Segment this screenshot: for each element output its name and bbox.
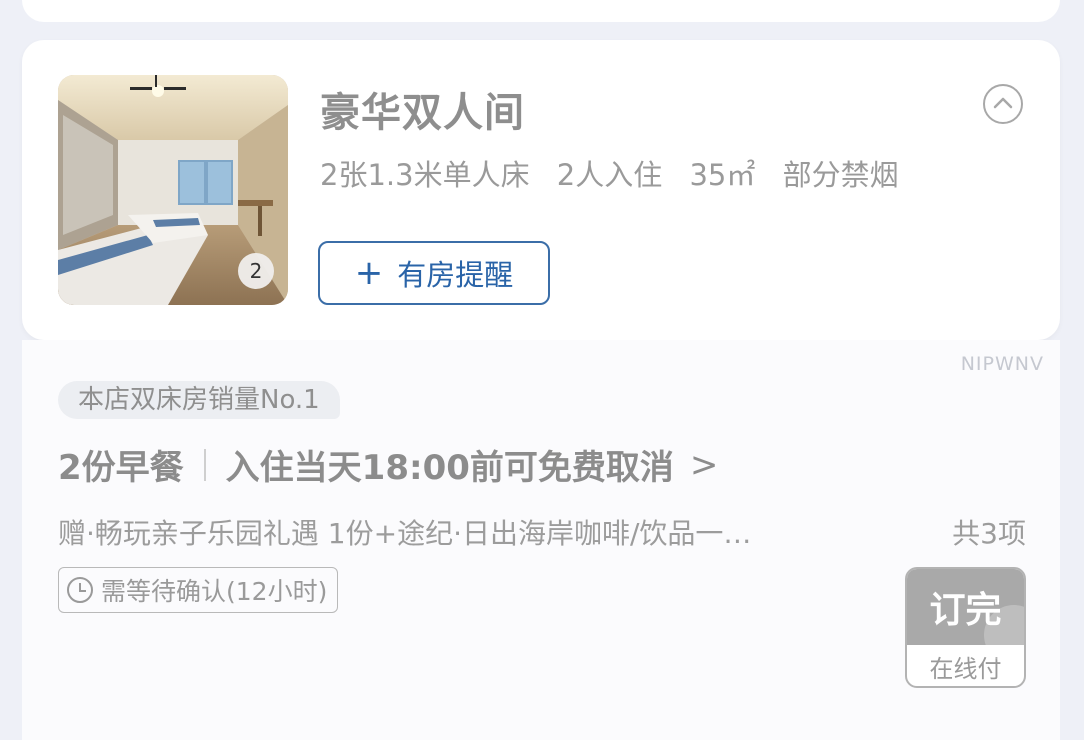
- policy-row[interactable]: 2份早餐 入住当天18:00前可免费取消 >: [58, 440, 718, 489]
- chevron-right-icon: >: [689, 444, 719, 485]
- chevron-up-icon: [993, 97, 1013, 109]
- gift-row[interactable]: 赠·畅玩亲子乐园礼遇 1份+途纪·日出海岸咖啡/饮品一… 共3项: [58, 512, 1026, 552]
- room-alert-button[interactable]: + 有房提醒: [318, 241, 550, 305]
- room-title: 豪华双人间: [320, 90, 525, 136]
- smoking-spec: 部分禁烟: [782, 158, 899, 192]
- photo-count-badge: 2: [238, 253, 274, 289]
- gift-list: 赠·畅玩亲子乐园礼遇 1份+途纪·日出海岸咖啡/饮品一…: [58, 517, 752, 550]
- room-photo[interactable]: 2: [58, 75, 288, 305]
- confirmation-tag: 需等待确认(12小时): [58, 567, 339, 613]
- room-alert-label: 有房提醒: [397, 258, 514, 292]
- area-spec: 35㎡: [689, 158, 756, 192]
- previous-card: [22, 0, 1060, 22]
- confirmation-label: 需等待确认(12小时): [101, 577, 328, 606]
- bed-spec: 2张1.3米单人床: [320, 158, 530, 192]
- gift-total: 共3项: [952, 517, 1026, 550]
- breakfast-label: 2份早餐: [58, 448, 184, 488]
- cancel-policy-label: 入住当天18:00前可免费取消: [225, 448, 674, 488]
- room-specs: 2张1.3米单人床 2人入住 35㎡ 部分禁烟: [320, 152, 917, 194]
- plus-icon: +: [354, 253, 384, 293]
- clock-icon: [67, 577, 93, 603]
- watermark: NIPWNV: [960, 353, 1044, 375]
- book-button[interactable]: 订完 在线付: [905, 567, 1026, 688]
- sold-out-label: 订完: [907, 569, 1024, 665]
- divider: [203, 448, 206, 481]
- room-card[interactable]: 2 豪华双人间 2张1.3米单人床 2人入住 35㎡ 部分禁烟 + 有房提醒: [22, 40, 1060, 340]
- occupancy-spec: 2人入住: [556, 158, 663, 192]
- sales-badge: 本店双床房销量No.1: [58, 381, 340, 419]
- collapse-button[interactable]: [983, 84, 1023, 124]
